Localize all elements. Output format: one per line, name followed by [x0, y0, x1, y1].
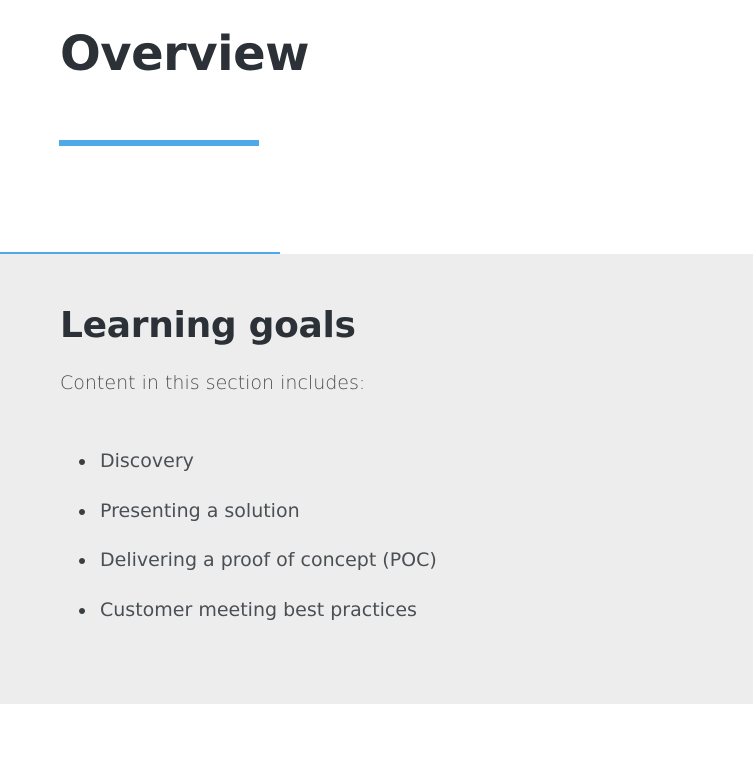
- footer-space: [0, 704, 753, 779]
- list-item-label: Discovery: [100, 450, 194, 472]
- list-item: Discovery: [79, 447, 437, 476]
- learning-goals-section: Learning goals Content in this section i…: [0, 254, 753, 704]
- list-item: Presenting a solution: [79, 497, 437, 526]
- bullet-icon: [79, 558, 85, 564]
- list-item: Customer meeting best practices: [79, 596, 437, 625]
- learning-goals-list: Discovery Presenting a solution Deliveri…: [60, 447, 437, 645]
- learning-goals-heading: Learning goals: [60, 305, 356, 346]
- list-item: Delivering a proof of concept (POC): [79, 546, 437, 575]
- list-item-label: Delivering a proof of concept (POC): [100, 549, 437, 571]
- page-title: Overview: [60, 26, 309, 82]
- bullet-icon: [79, 508, 85, 515]
- list-item-label: Customer meeting best practices: [100, 598, 417, 621]
- learning-goals-intro: Content in this section includes:: [60, 372, 366, 394]
- bullet-icon: [79, 459, 85, 465]
- page: Overview Learning goals Content in this …: [0, 0, 753, 779]
- overview-header: Overview: [0, 0, 753, 254]
- list-item-label: Presenting a solution: [100, 499, 300, 522]
- bullet-icon: [79, 607, 85, 614]
- title-underline-divider: [59, 140, 259, 146]
